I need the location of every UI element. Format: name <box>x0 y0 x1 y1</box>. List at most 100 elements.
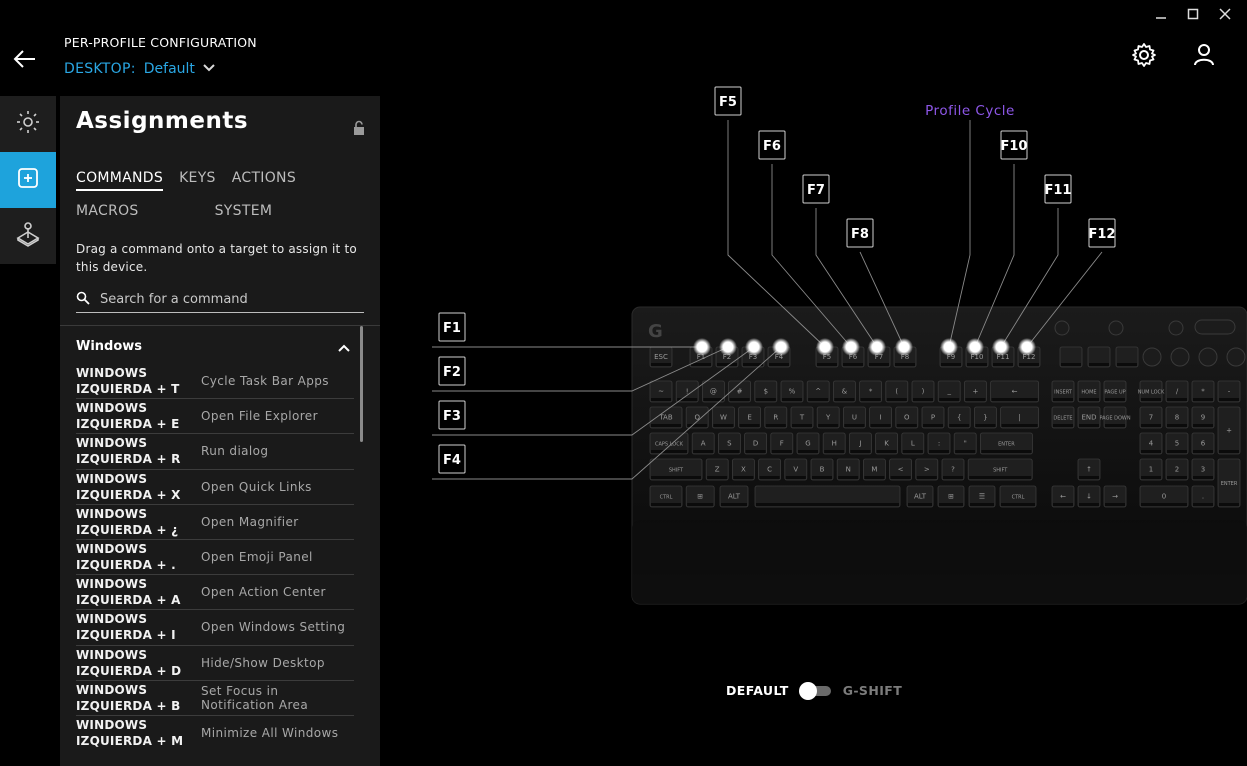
tab-commands[interactable]: COMMANDS <box>76 170 164 191</box>
callout-dot-f4[interactable] <box>772 338 790 356</box>
key-edge <box>782 398 802 401</box>
key-label: J <box>858 440 861 448</box>
key-label: T <box>799 414 805 422</box>
list-item[interactable]: WINDOWS IZQUIERDA + M Minimize All Window… <box>76 716 354 751</box>
key-label: ⊞ <box>948 493 954 501</box>
sun-icon <box>16 110 40 138</box>
list-item[interactable]: WINDOWS IZQUIERDA + . Open Emoji Panel <box>76 540 354 576</box>
key-label: $ <box>764 388 768 396</box>
numpad-media-key[interactable] <box>1226 347 1246 367</box>
command-keys: WINDOWS IZQUIERDA + A <box>76 577 181 608</box>
callout-dot-profile-cycle[interactable] <box>940 338 958 356</box>
volume-roller[interactable] <box>1194 319 1236 335</box>
list-item[interactable]: WINDOWS IZQUIERDA + D Hide/Show Desktop <box>76 646 354 681</box>
key-label: PAGE DOWN <box>1099 416 1130 422</box>
callout-dot-f8[interactable] <box>895 338 913 356</box>
list-item[interactable]: WINDOWS IZQUIERDA + ¿ Open Magnifier <box>76 505 354 540</box>
search-icon <box>76 290 90 309</box>
callout-dot-f3[interactable] <box>745 338 763 356</box>
callout-label-f12: F12 <box>1089 227 1116 242</box>
key-edge <box>818 424 839 427</box>
group-header-windows[interactable]: Windows <box>76 337 350 356</box>
key-edge <box>943 476 963 479</box>
key-label: D <box>753 440 758 448</box>
key-label: ← <box>1012 388 1018 396</box>
key-edge <box>913 398 933 401</box>
list-item[interactable]: WINDOWS IZQUIERDA + B Set Focus in Notifi… <box>76 681 354 716</box>
callout-dot-f11[interactable] <box>992 338 1010 356</box>
key-label: < <box>898 466 904 474</box>
key-label: X <box>741 466 746 474</box>
media-button[interactable] <box>1108 320 1124 336</box>
key-label: ? <box>951 466 955 474</box>
key-edge <box>981 450 1032 453</box>
joystick-icon <box>15 221 41 251</box>
tab-macros[interactable]: MACROS <box>76 203 139 222</box>
key-edge <box>721 503 747 506</box>
key-edge <box>1105 398 1125 401</box>
callout-dot-f5[interactable] <box>816 338 834 356</box>
key-label: 4 <box>1149 440 1154 448</box>
key-edge <box>785 476 806 479</box>
key-label: . <box>1202 493 1204 501</box>
key-label: R <box>773 414 778 422</box>
list-item[interactable]: WINDOWS IZQUIERDA + E Open File Explorer <box>76 399 354 435</box>
media-button[interactable] <box>1168 320 1184 336</box>
list-item[interactable]: WINDOWS IZQUIERDA + X Open Quick Links <box>76 470 354 505</box>
key-label: DELETE <box>1053 416 1072 422</box>
callout-dot-f7[interactable] <box>868 338 886 356</box>
command-desc: Hide/Show Desktop <box>201 655 325 670</box>
key-label: NUM LOCK <box>1138 390 1165 396</box>
key-label: B <box>820 466 825 474</box>
key-label: ENTER <box>998 442 1015 448</box>
key-edge <box>1193 476 1213 479</box>
tab-keys[interactable]: KEYS <box>179 170 216 191</box>
key-label: 8 <box>1175 414 1179 422</box>
chevron-down-icon <box>203 61 215 77</box>
gshift-toggle[interactable] <box>798 682 833 700</box>
group-name: Windows <box>76 339 143 354</box>
list-item[interactable]: WINDOWS IZQUIERDA + A Open Action Center <box>76 575 354 611</box>
numpad-media-key[interactable] <box>1170 347 1190 367</box>
command-desc: Open Emoji Panel <box>201 550 313 565</box>
tab-actions[interactable]: ACTIONS <box>232 170 296 191</box>
callout-dot-f2[interactable] <box>719 338 737 356</box>
key-label: CAPS LOCK <box>655 442 684 448</box>
key-label: 2 <box>1175 466 1179 474</box>
tab-system[interactable]: SYSTEM <box>215 203 273 222</box>
key-edge <box>1117 363 1137 366</box>
key-edge <box>1079 476 1099 479</box>
list-item[interactable]: WINDOWS IZQUIERDA + T Cycle Task Bar Apps <box>76 364 354 400</box>
scrollbar[interactable] <box>360 326 363 442</box>
side-rail <box>0 96 56 264</box>
list-item[interactable]: WINDOWS IZQUIERDA + R Run dialog <box>76 434 354 470</box>
sidebar-item-assignments[interactable] <box>0 152 56 208</box>
key-edge <box>1089 363 1109 366</box>
key-label: 5 <box>1175 440 1179 448</box>
list-item[interactable]: WINDOWS IZQUIERDA + I Open Windows Settin… <box>76 610 354 646</box>
callout-dot-f12[interactable] <box>1018 338 1036 356</box>
sidebar-item-game-mode[interactable] <box>0 208 56 264</box>
callout-dot-f10[interactable] <box>966 338 984 356</box>
search-field[interactable] <box>76 286 364 313</box>
search-input[interactable] <box>100 291 340 307</box>
key-label: Z <box>715 466 720 474</box>
key-edge <box>844 424 865 427</box>
callout-dot-f6[interactable] <box>842 338 860 356</box>
callout-dot-f1[interactable] <box>693 338 711 356</box>
command-desc: Open Action Center <box>201 585 326 600</box>
numpad-media-key[interactable] <box>1198 347 1218 367</box>
chevron-up-icon[interactable] <box>338 337 350 356</box>
key-label: " <box>964 440 967 448</box>
media-button[interactable] <box>1054 320 1070 336</box>
key-label: END <box>1081 414 1096 422</box>
command-keys: WINDOWS IZQUIERDA + D <box>76 647 182 678</box>
lock-icon[interactable] <box>352 120 366 136</box>
key-edge <box>896 424 917 427</box>
key-edge <box>1053 424 1073 427</box>
key-label: | <box>1018 414 1020 422</box>
back-arrow-icon[interactable] <box>12 46 38 72</box>
profile-dropdown[interactable]: DESKTOP: Default <box>64 61 215 77</box>
numpad-media-key[interactable] <box>1142 347 1162 367</box>
sidebar-item-lighting[interactable] <box>0 96 56 152</box>
